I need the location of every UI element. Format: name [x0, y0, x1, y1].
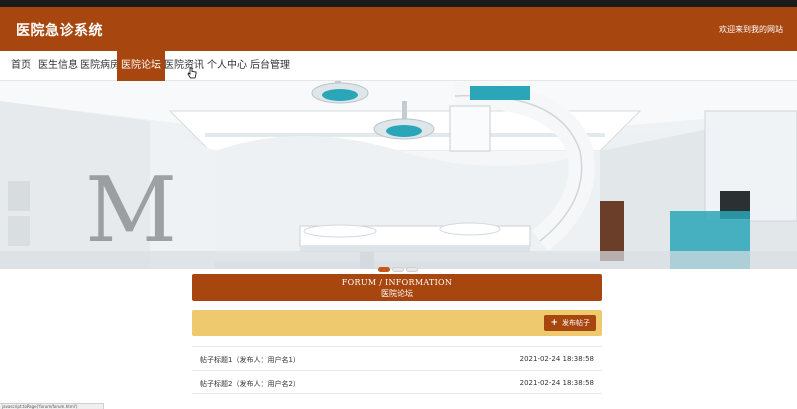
section-title-en: FORUM / INFORMATION [341, 278, 453, 287]
carousel-dot-3[interactable] [406, 267, 418, 272]
top-strip [0, 0, 797, 7]
post-date: 2021-02-24 18:38:58 [519, 355, 594, 363]
nav-item-news[interactable]: 医院资讯 [160, 51, 208, 81]
main-nav: 首页 医生信息 医院病房 医院论坛 医院资讯 个人中心 后台管理 [0, 51, 797, 81]
action-bar: + 发布帖子 [192, 310, 602, 336]
list-item[interactable]: 帖子标题2（发布人：用户名2） 2021-02-24 18:38:58 [192, 370, 602, 394]
nav-item-admin[interactable]: 后台管理 [246, 51, 294, 81]
new-post-button-label: 发布帖子 [562, 319, 590, 327]
section-title-cn: 医院论坛 [381, 289, 413, 298]
hero-banner[interactable]: M [0, 81, 797, 269]
carousel-dot-1[interactable] [378, 267, 390, 272]
site-title[interactable]: 医院急诊系统 [16, 20, 103, 40]
post-list: 帖子标题1（发布人：用户名1） 2021-02-24 18:38:58 帖子标题… [192, 346, 602, 394]
welcome-text: 欢迎来到我的网站 [719, 25, 783, 34]
post-title[interactable]: 帖子标题1（发布人：用户名1） [200, 355, 300, 365]
nav-item-forum[interactable]: 医院论坛 [117, 51, 165, 81]
nav-item-home[interactable]: 首页 [7, 51, 35, 81]
svg-text:M: M [85, 158, 177, 263]
new-post-button[interactable]: + 发布帖子 [544, 315, 596, 331]
nav-item-profile[interactable]: 个人中心 [203, 51, 251, 81]
carousel-dot-2[interactable] [392, 267, 404, 272]
operating-room-image: M [0, 81, 797, 269]
site-header: 医院急诊系统 欢迎来到我的网站 [0, 7, 797, 51]
hand-cursor-icon [187, 67, 197, 79]
plus-icon: + [550, 318, 558, 328]
section-title: FORUM / INFORMATION 医院论坛 [192, 274, 602, 301]
list-item[interactable]: 帖子标题1（发布人：用户名1） 2021-02-24 18:38:58 [192, 346, 602, 370]
browser-status-bar: javascript:toPage('forum/forum.html') [0, 403, 104, 409]
post-date: 2021-02-24 18:38:58 [519, 379, 594, 387]
nav-item-doctors[interactable]: 医生信息 [34, 51, 82, 81]
post-title[interactable]: 帖子标题2（发布人：用户名2） [200, 379, 300, 389]
carousel-indicators [378, 257, 420, 272]
